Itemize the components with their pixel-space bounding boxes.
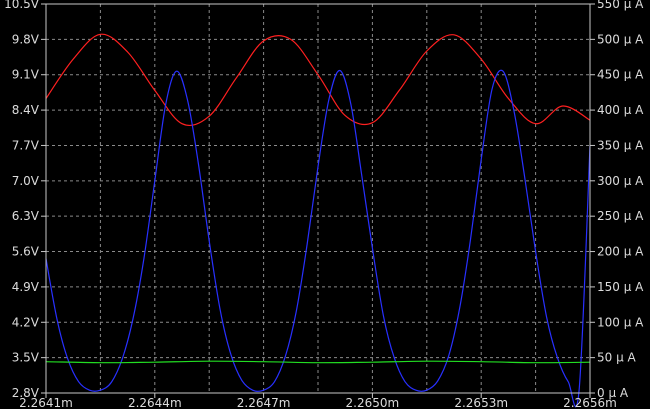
left-tick-label: 5.6V (12, 245, 40, 259)
x-tick-label: 2.2641m (19, 396, 73, 409)
right-tick-label: 400 μ A (597, 103, 644, 117)
right-tick-label: 50 μ A (597, 351, 637, 365)
x-tick-label: 2.2653m (454, 396, 508, 409)
x-tick-label: 2.2656m (563, 396, 617, 409)
right-tick-label: 200 μ A (597, 245, 644, 259)
left-tick-label: 7.0V (12, 174, 40, 188)
series-line-2 (45, 360, 591, 364)
right-tick-label: 150 μ A (597, 280, 644, 294)
left-tick-label: 9.1V (12, 68, 40, 82)
chart-svg: 10.5V 9.8V 9.1V 8.4V 7.7V 7.0V 6.3V 5.6V 4.9V 4.2… (4, 0, 644, 409)
right-tick-label: 100 μ A (597, 315, 644, 329)
right-tick-label: 450 μ A (597, 68, 644, 82)
left-tick-label: 9.8V (12, 32, 40, 46)
x-tick-label: 2.2647m (237, 396, 291, 409)
left-tick-label: 7.7V (12, 138, 40, 152)
left-tick-label: 3.5V (12, 351, 40, 365)
right-axis: 550 μ A 500 μ A 450 μ A 400 μ A 350 μ A 300 μ… (590, 0, 644, 400)
right-tick-label: 500 μ A (597, 32, 644, 46)
left-tick-label: 4.2V (12, 315, 40, 329)
left-tick-label: 4.9V (12, 280, 40, 294)
left-tick-label: 6.3V (12, 209, 40, 223)
left-tick-label: 10.5V (4, 0, 40, 11)
right-tick-label: 250 μ A (597, 209, 644, 223)
left-axis: 10.5V 9.8V 9.1V 8.4V 7.7V 7.0V 6.3V 5.6V 4.9V 4.2… (4, 0, 46, 400)
x-tick-label: 2.2650m (346, 396, 400, 409)
grid (46, 4, 590, 393)
right-tick-label: 550 μ A (597, 0, 644, 11)
x-axis: 2.2641m 2.2644m 2.2647m 2.2650m 2.2653m 2.265… (19, 393, 617, 409)
right-tick-label: 350 μ A (597, 138, 644, 152)
x-tick-label: 2.2644m (128, 396, 182, 409)
left-tick-label: 8.4V (12, 103, 40, 117)
right-tick-label: 300 μ A (597, 174, 644, 188)
